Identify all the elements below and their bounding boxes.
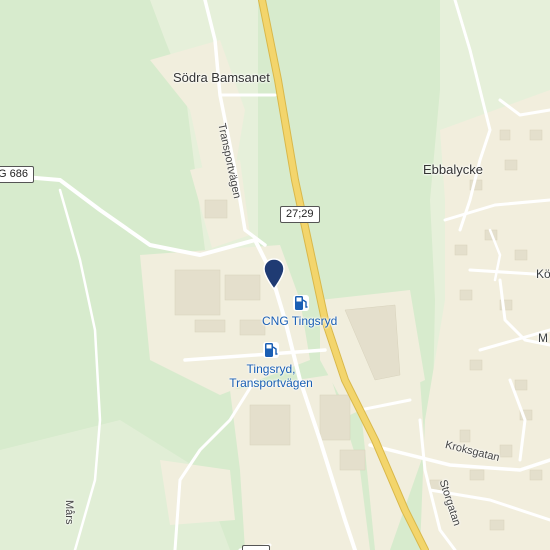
place-label-kot-partial: Köt [536,267,550,281]
route-shield-27-29: 27;29 [280,206,320,223]
builtup-area [160,460,235,525]
poi-label-cng-tingsryd[interactable]: CNG Tingsryd [262,314,337,328]
place-label-ebbalycke: Ebbalycke [423,162,483,177]
map-canvas[interactable]: Södra Bamsanet Ebbalycke Transportvägen … [0,0,550,550]
poi-label-line-1: Tingsryd, [246,362,296,376]
poi-label-tingsryd-transportvagen[interactable]: Tingsryd, Transportvägen [226,362,316,390]
route-shield-686: G 686 [0,166,34,183]
place-label-m-partial: M [538,331,548,345]
place-label-sodra-bamsanet: Södra Bamsanet [173,70,270,85]
route-shield-partial [242,545,270,550]
fuel-pump-icon[interactable] [292,294,310,312]
poi-label-line-2: Transportvägen [229,376,313,390]
fuel-pump-icon[interactable] [262,341,280,359]
location-pin-icon[interactable] [263,258,285,290]
street-label-mars-partial: Mårs [63,500,75,525]
